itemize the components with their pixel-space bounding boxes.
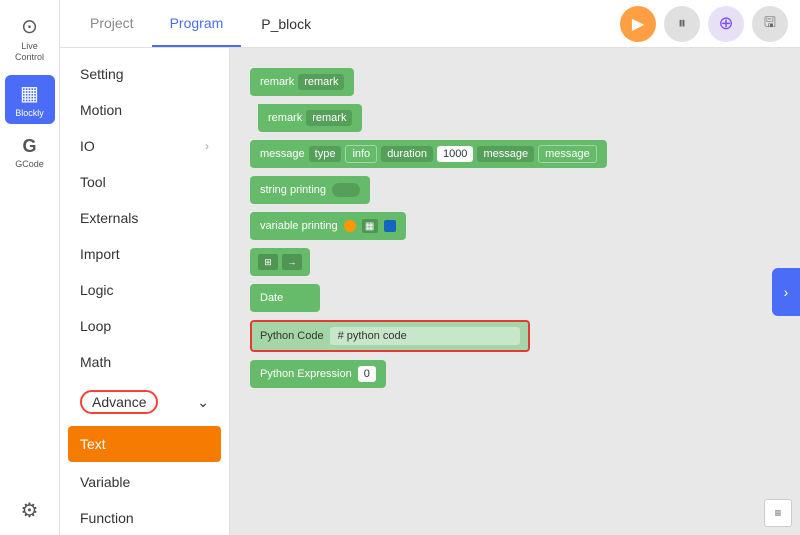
python-code-input[interactable] (330, 327, 520, 345)
python-code-label: Python Code (260, 330, 324, 342)
header-tabs: Project Program (72, 0, 241, 47)
nav-logic[interactable]: Logic (60, 272, 229, 308)
date-label: Date (260, 292, 283, 304)
save-button[interactable]: 🖫 (752, 6, 788, 42)
bottom-menu-button[interactable]: ≡ (764, 499, 792, 527)
sidebar-blockly[interactable]: ▦ Blockly (5, 75, 55, 124)
program-name: P_block (261, 16, 311, 32)
block-python-expression[interactable]: Python Expression 0 (250, 360, 607, 388)
nav-math[interactable]: Math (60, 344, 229, 380)
nav-advance[interactable]: Advance ⌄ (60, 380, 229, 424)
header: Project Program P_block ▶ ⏸ ⊕ 🖫 (60, 0, 800, 48)
nav-variable[interactable]: Variable (60, 464, 229, 500)
sidebar-gcode-label: GCode (15, 159, 44, 169)
nav-text[interactable]: Text (68, 426, 221, 462)
sidebar-gcode[interactable]: G GCode (5, 130, 55, 175)
body-area: Setting Motion IO › Tool Externals Impor… (60, 48, 800, 535)
edge-arrow-button[interactable]: › (772, 268, 800, 316)
nav-tool[interactable]: Tool (60, 164, 229, 200)
connector-icon: ⊞ (258, 254, 278, 270)
block-connector[interactable]: ⊞ → (250, 248, 607, 276)
nav-motion[interactable]: Motion (60, 92, 229, 128)
edge-arrow-icon: › (784, 284, 789, 300)
block-message[interactable]: message type info duration 1000 message … (250, 140, 607, 168)
gcode-icon: G (22, 136, 36, 157)
advance-arrow-icon: ⌄ (197, 394, 209, 411)
sidebar-live-control[interactable]: ⊙ Live Control (5, 8, 55, 69)
block-python-code[interactable]: Python Code (250, 320, 607, 352)
sidebar-live-control-label: Live Control (9, 41, 51, 63)
nav-externals[interactable]: Externals (60, 200, 229, 236)
nav-import[interactable]: Import (60, 236, 229, 272)
block-remark-1[interactable]: remark remark (250, 68, 607, 96)
tab-program[interactable]: Program (152, 0, 242, 47)
sidebar-settings[interactable]: ⚙ (5, 492, 55, 535)
blockly-icon: ▦ (20, 81, 39, 106)
block-canvas: remark remark remark remark message type (230, 48, 800, 535)
block-container: remark remark remark remark message type (250, 68, 607, 388)
advance-label: Advance (80, 390, 158, 414)
io-arrow-icon: › (205, 139, 209, 153)
live-control-icon: ⊙ (21, 14, 38, 39)
icon-sidebar: ⊙ Live Control ▦ Blockly G GCode ⚙ (0, 0, 60, 535)
play-button[interactable]: ▶ (620, 6, 656, 42)
main-content: Project Program P_block ▶ ⏸ ⊕ 🖫 Setting … (60, 0, 800, 535)
block-date[interactable]: Date (250, 284, 607, 312)
bottom-toolbar: ≡ (764, 499, 792, 527)
robot-button[interactable]: ⊕ (708, 6, 744, 42)
nav-loop[interactable]: Loop (60, 308, 229, 344)
tab-project[interactable]: Project (72, 0, 152, 47)
sidebar-blockly-label: Blockly (15, 108, 44, 118)
connector-icon-2: → (282, 254, 302, 270)
block-remark-2[interactable]: remark remark (250, 104, 607, 132)
nav-setting[interactable]: Setting (60, 56, 229, 92)
block-string-printing[interactable]: string printing (250, 176, 607, 204)
header-actions: ▶ ⏸ ⊕ 🖫 (620, 6, 788, 42)
nav-io[interactable]: IO › (60, 128, 229, 164)
nav-menu: Setting Motion IO › Tool Externals Impor… (60, 48, 230, 535)
python-expression-label: Python Expression (260, 368, 352, 380)
pause-button[interactable]: ⏸ (664, 6, 700, 42)
settings-icon: ⚙ (21, 498, 39, 523)
block-variable-printing[interactable]: variable printing ▦ (250, 212, 607, 240)
nav-function[interactable]: Function (60, 500, 229, 535)
